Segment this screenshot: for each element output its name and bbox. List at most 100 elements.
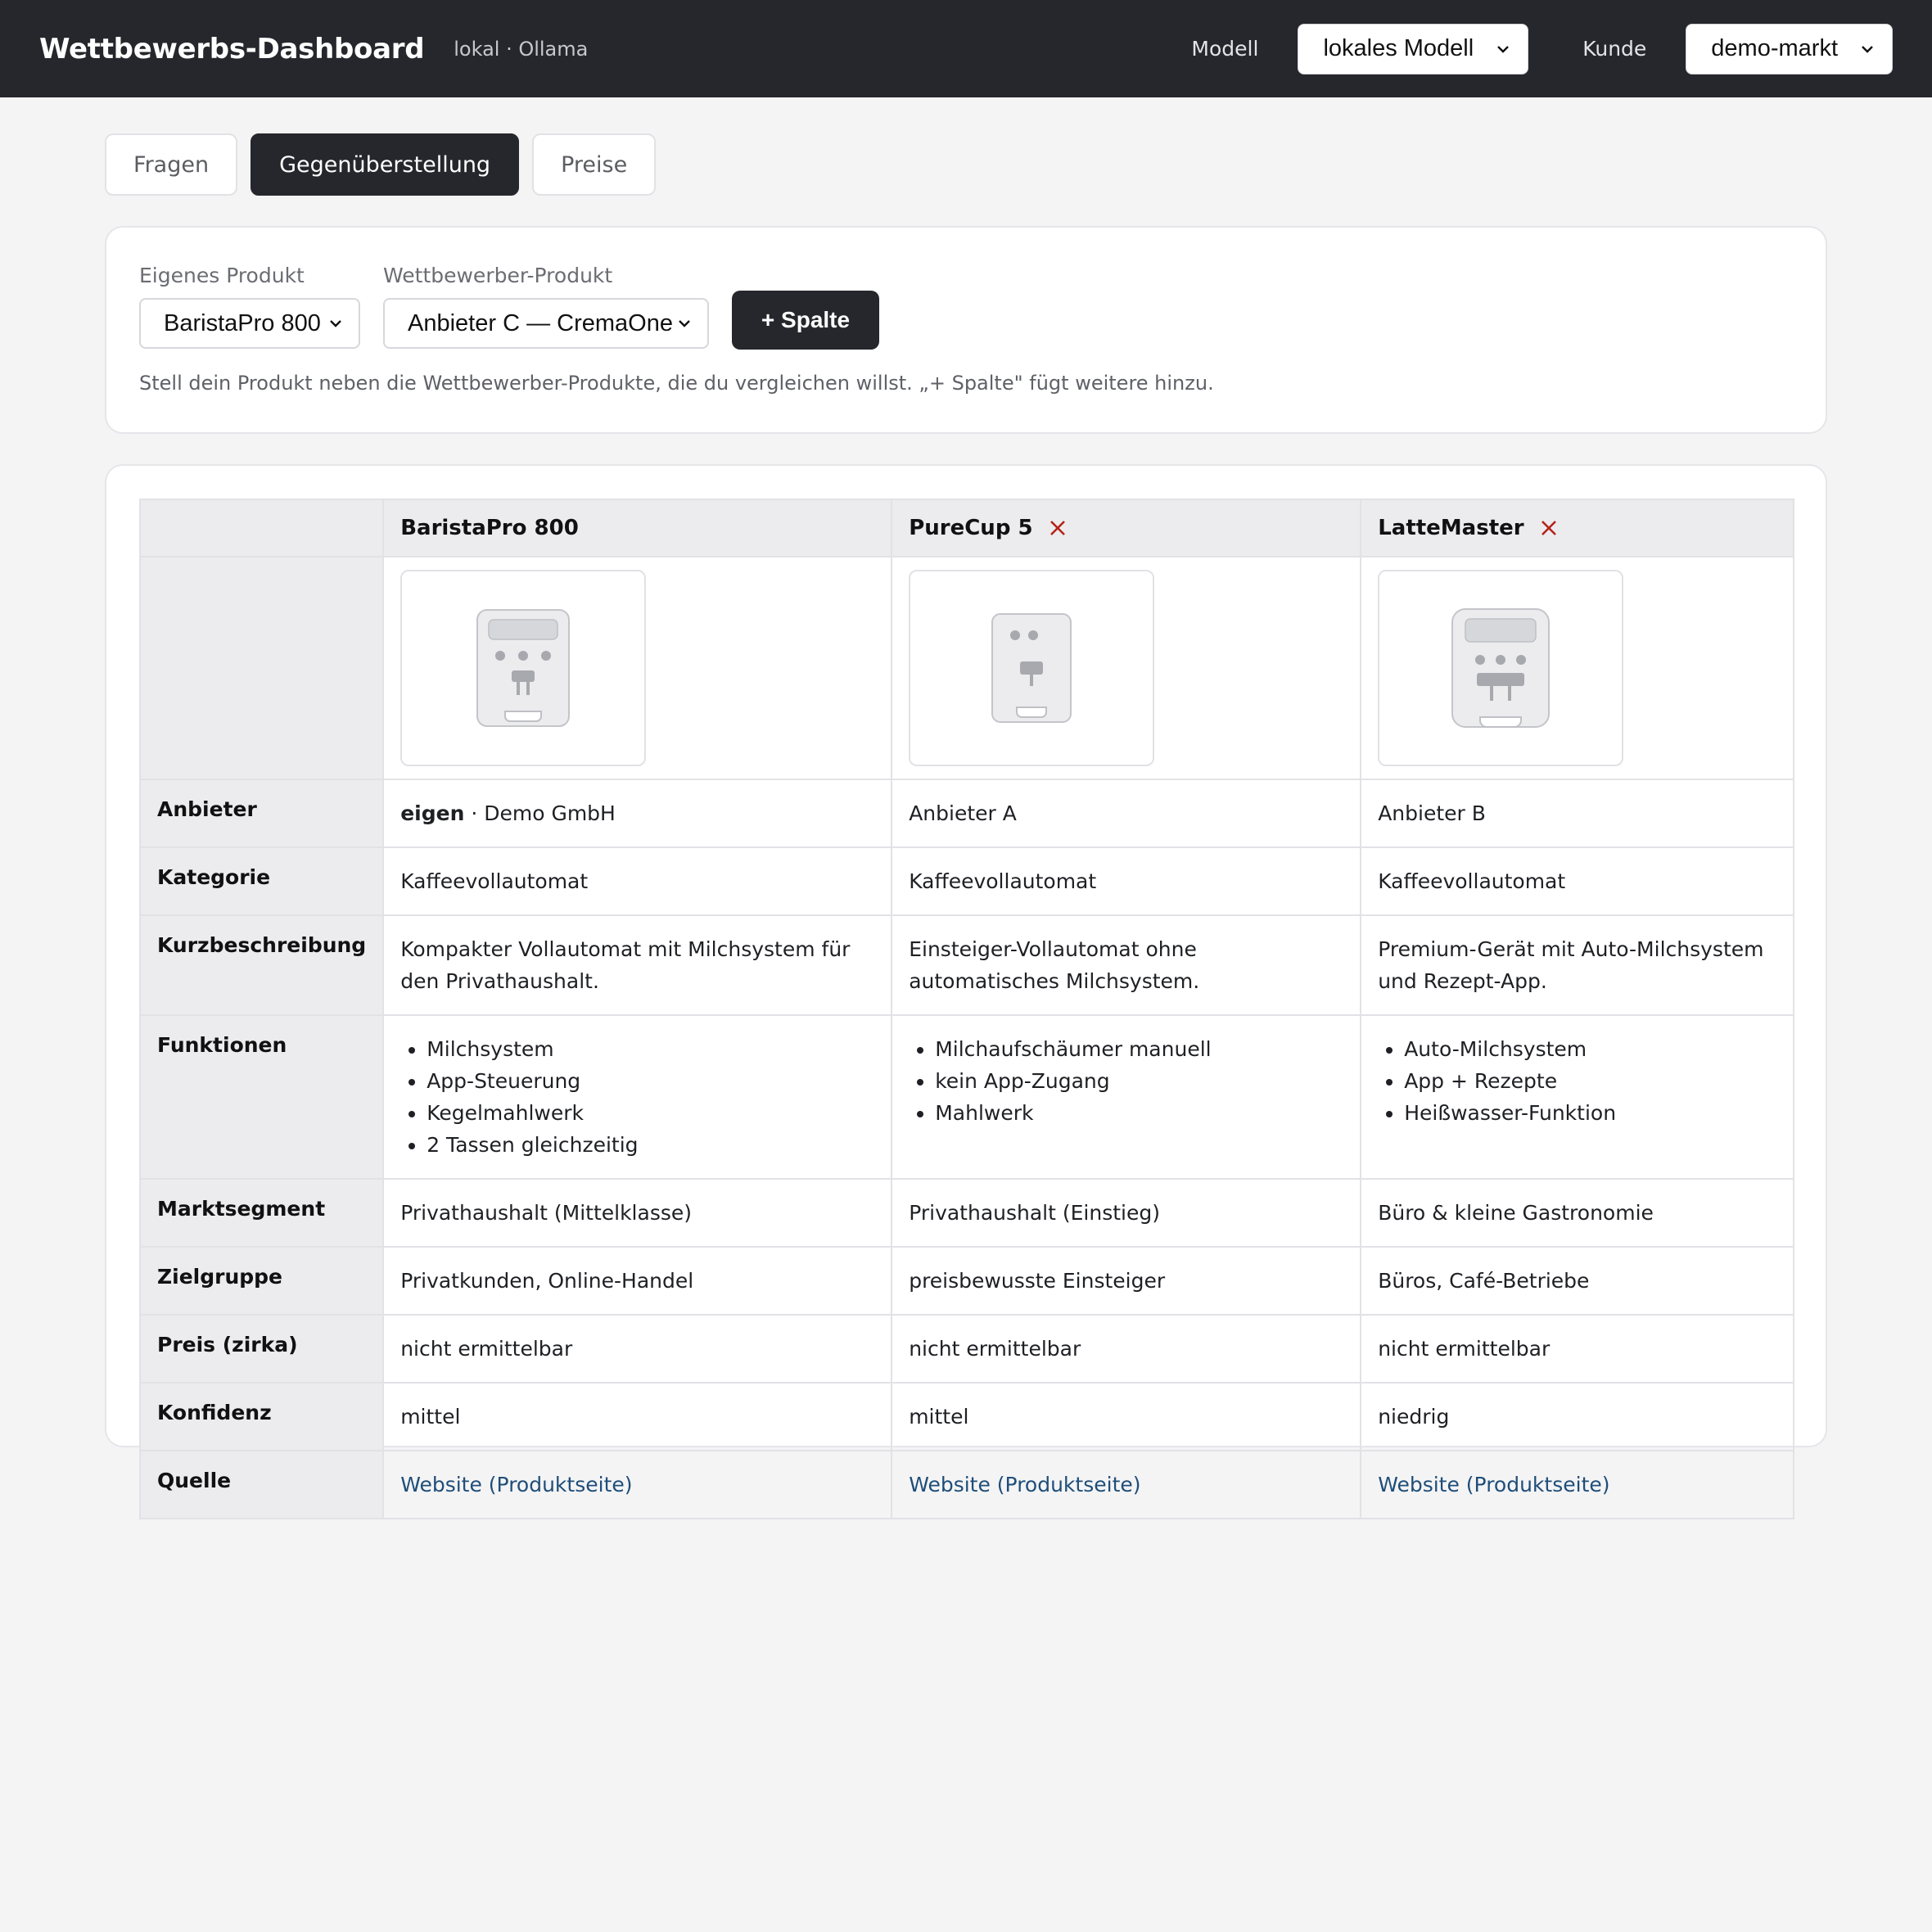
table-cell: nicht ermittelbar [891, 1314, 1362, 1384]
row-label: Quelle [138, 1450, 385, 1519]
list-item: Kegelmahlwerk [427, 1097, 874, 1129]
competitor-product-value: Anbieter C — CremaOne [408, 309, 673, 336]
own-product-select[interactable]: BaristaPro 800 [139, 298, 360, 349]
model-select-value: lokales Modell [1323, 35, 1474, 61]
table-row-image [138, 556, 1794, 780]
list-item: App + Rezepte [1404, 1065, 1776, 1097]
top-bar: Wettbewerbs-Dashboard lokal · Ollama Mod… [0, 0, 1932, 97]
column-header: LatteMaster [1360, 499, 1794, 557]
chevron-down-icon [1862, 45, 1873, 53]
table-cell [891, 556, 1362, 780]
table-cell: Website (Produktseite) [1360, 1450, 1794, 1519]
column-header: BaristaPro 800 [382, 499, 893, 557]
table-cell [1360, 556, 1794, 780]
own-tag: eigen [400, 801, 465, 825]
table-cell: niedrig [1360, 1382, 1794, 1451]
chevron-down-icon [330, 320, 341, 327]
remove-column-icon[interactable] [1540, 519, 1558, 537]
table-cell: Büros, Café-Betriebe [1360, 1246, 1794, 1316]
feature-list: Auto-Milchsystem App + Rezepte Heißwasse… [1378, 1033, 1776, 1129]
customer-select[interactable]: demo-markt [1686, 23, 1893, 74]
table-cell: Website (Produktseite) [891, 1450, 1362, 1519]
table-row: Funktionen Milchsystem App-Steuerung Keg… [138, 1014, 1794, 1180]
table-cell: Premium-Gerät mit Auto-Milchsystem und R… [1360, 914, 1794, 1016]
table-cell: mittel [891, 1382, 1362, 1451]
tab-fragen[interactable]: Fragen [105, 133, 238, 196]
model-label: Modell [1191, 37, 1259, 61]
table-row: Anbieter eigen · Demo GmbH Anbieter A An… [138, 779, 1794, 848]
table-cell: preisbewusste Einsteiger [891, 1246, 1362, 1316]
source-link[interactable]: Website (Produktseite) [400, 1473, 632, 1496]
table-cell: Milchsystem App-Steuerung Kegelmahlwerk … [382, 1014, 893, 1180]
row-label: Konfidenz [138, 1382, 385, 1451]
cell-value: · Demo GmbH [464, 801, 616, 825]
chevron-down-icon [679, 320, 690, 327]
row-label: Kategorie [138, 846, 385, 916]
list-item: Milchsystem [427, 1033, 874, 1065]
table-cell: Kaffeevollautomat [891, 846, 1362, 916]
table-row: Marktsegment Privathaushalt (Mittelklass… [138, 1178, 1794, 1248]
app-subtitle: lokal · Ollama [454, 37, 589, 61]
table-cell: Anbieter A [891, 779, 1362, 848]
list-item: kein App-Zugang [935, 1065, 1343, 1097]
competitor-product-select[interactable]: Anbieter C — CremaOne [383, 298, 709, 349]
table-cell: mittel [382, 1382, 893, 1451]
table-cell: Privathaushalt (Mittelklasse) [382, 1178, 893, 1248]
tab-preise[interactable]: Preise [532, 133, 657, 196]
own-product-label: Eigenes Produkt [139, 264, 305, 287]
table-cell: Kompakter Vollautomat mit Milchsystem fü… [382, 914, 893, 1016]
app-title: Wettbewerbs-Dashboard [39, 32, 425, 65]
table-row: Kurzbeschreibung Kompakter Vollautomat m… [138, 914, 1794, 1016]
competitor-product-label: Wettbewerber-Produkt [383, 264, 613, 287]
row-label: Zielgruppe [138, 1246, 385, 1316]
table-cell: Einsteiger-Vollautomat ohne automatische… [891, 914, 1362, 1016]
table-cell: Anbieter B [1360, 779, 1794, 848]
list-item: Mahlwerk [935, 1097, 1343, 1129]
column-title: LatteMaster [1378, 516, 1524, 540]
customer-select-value: demo-markt [1711, 35, 1838, 61]
table-cell: nicht ermittelbar [1360, 1314, 1794, 1384]
table-cell: Milchaufschäumer manuell kein App-Zugang… [891, 1014, 1362, 1180]
column-title: BaristaPro 800 [400, 516, 579, 540]
table-cell: Kaffeevollautomat [382, 846, 893, 916]
product-image [1378, 570, 1624, 766]
model-select[interactable]: lokales Modell [1298, 23, 1529, 74]
row-label: Preis (zirka) [138, 1314, 385, 1384]
remove-column-icon[interactable] [1049, 519, 1067, 537]
customer-label: Kunde [1582, 37, 1647, 61]
row-label: Funktionen [138, 1014, 385, 1180]
table-cell: Website (Produktseite) [382, 1450, 893, 1519]
column-header: PureCup 5 [891, 499, 1362, 557]
feature-list: Milchaufschäumer manuell kein App-Zugang… [909, 1033, 1343, 1129]
selection-card: Eigenes Produkt BaristaPro 800 Wettbewer… [105, 226, 1827, 434]
source-link[interactable]: Website (Produktseite) [1378, 1473, 1609, 1496]
tab-bar: Fragen Gegenüberstellung Preise [105, 133, 657, 196]
table-cell: eigen · Demo GmbH [382, 779, 893, 848]
comparison-table: BaristaPro 800 PureCup 5 LatteMaster Anb… [138, 499, 1794, 1519]
row-label: Anbieter [138, 779, 385, 848]
table-cell: Kaffeevollautomat [1360, 846, 1794, 916]
table-cell: nicht ermittelbar [382, 1314, 893, 1384]
column-title: PureCup 5 [909, 516, 1033, 540]
table-cell: Privathaushalt (Einstieg) [891, 1178, 1362, 1248]
coffee-machine-icon [991, 613, 1072, 723]
table-cell: Privatkunden, Online-Handel [382, 1246, 893, 1316]
product-image [909, 570, 1155, 766]
selection-hint: Stell dein Produkt neben die Wettbewerbe… [139, 372, 1214, 395]
coffee-machine-icon [1451, 608, 1551, 728]
coffee-machine-icon [476, 609, 571, 727]
table-row: Quelle Website (Produktseite) Website (P… [138, 1450, 1794, 1519]
tab-gegenueberstellung[interactable]: Gegenüberstellung [251, 133, 520, 196]
row-label-empty [138, 556, 385, 780]
table-cell: Auto-Milchsystem App + Rezepte Heißwasse… [1360, 1014, 1794, 1180]
table-row: Preis (zirka) nicht ermittelbar nicht er… [138, 1314, 1794, 1384]
table-row: Zielgruppe Privatkunden, Online-Handel p… [138, 1246, 1794, 1316]
table-row: Kategorie Kaffeevollautomat Kaffeevollau… [138, 846, 1794, 916]
own-product-value: BaristaPro 800 [164, 309, 321, 336]
table-header-row: BaristaPro 800 PureCup 5 LatteMaster [138, 499, 1794, 557]
add-column-button[interactable]: + Spalte [732, 291, 879, 350]
table-cell [382, 556, 893, 780]
list-item: App-Steuerung [427, 1065, 874, 1097]
chevron-down-icon [1497, 45, 1510, 53]
source-link[interactable]: Website (Produktseite) [909, 1473, 1140, 1496]
